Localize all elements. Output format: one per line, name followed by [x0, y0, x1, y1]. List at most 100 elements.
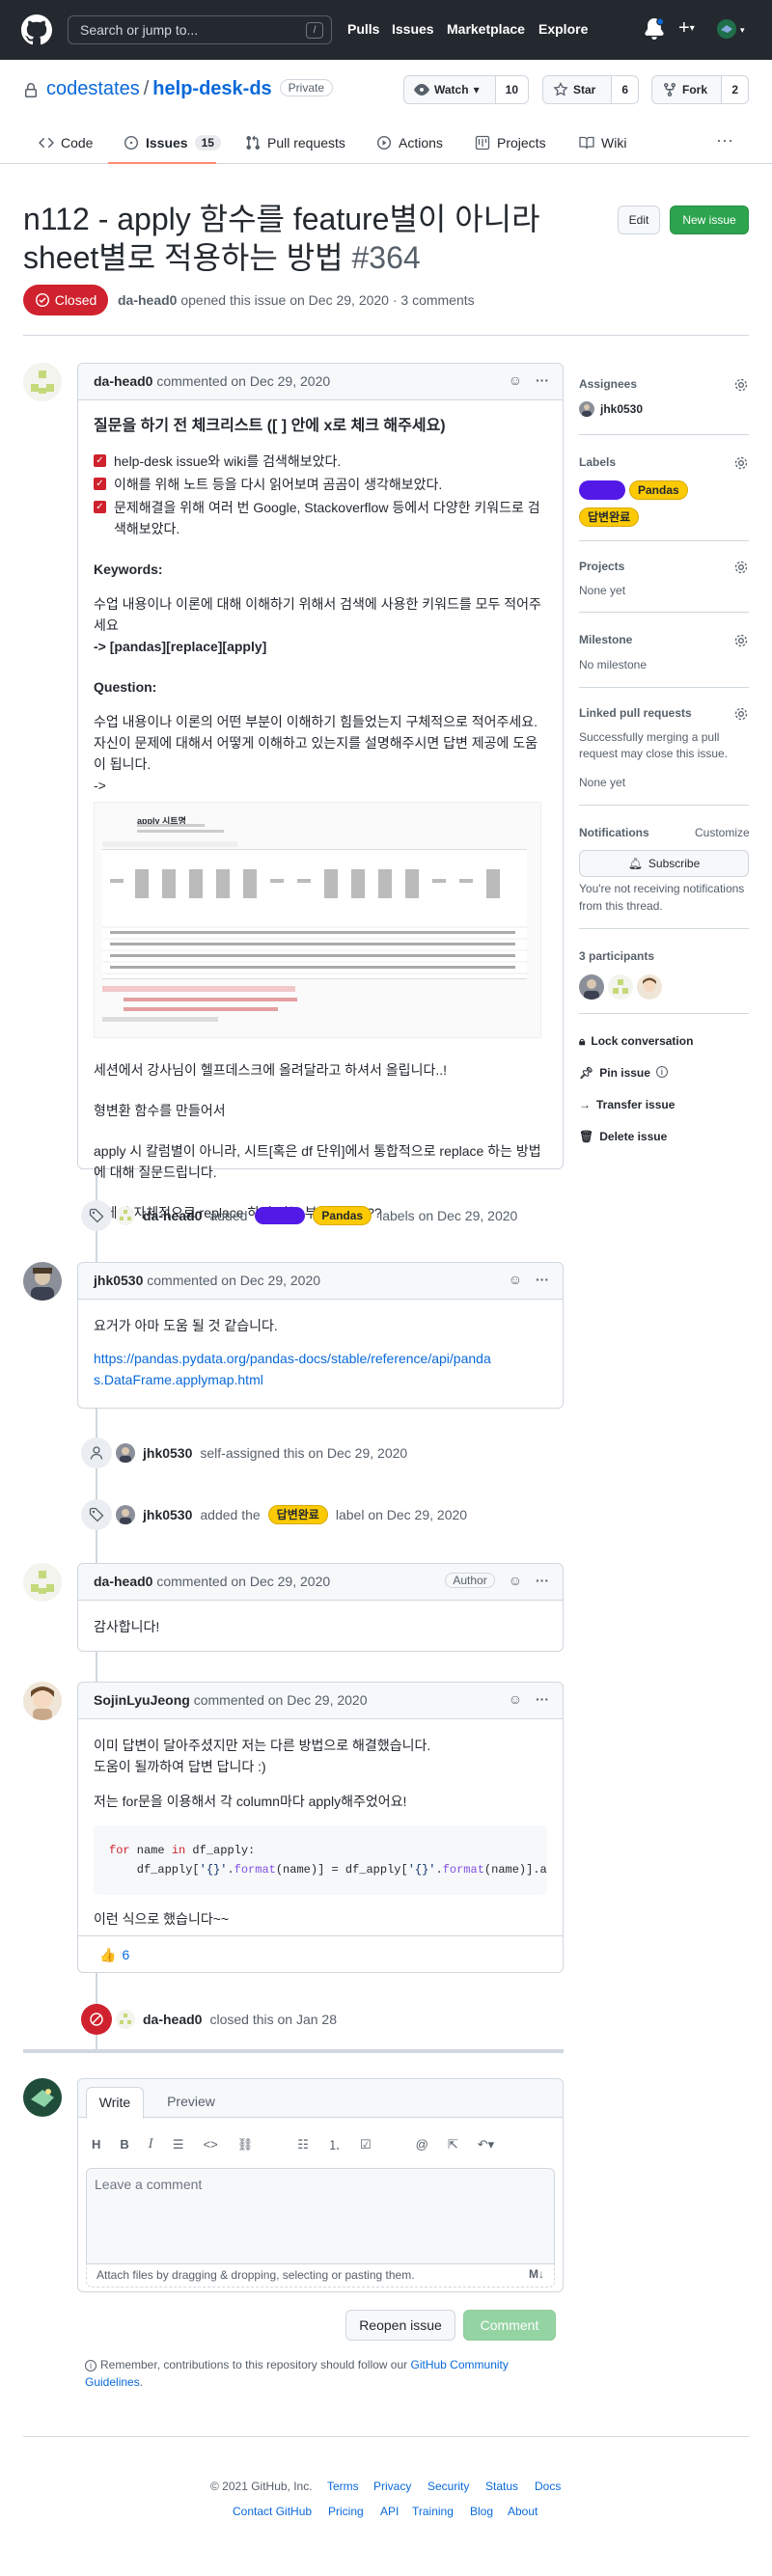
- footer-link-about[interactable]: About: [508, 2505, 538, 2518]
- comment-menu-icon[interactable]: ···: [536, 1573, 549, 1588]
- customize-link[interactable]: Customize: [695, 826, 750, 839]
- comment-author[interactable]: da-head0: [94, 1574, 152, 1589]
- linked-prs-heading[interactable]: Linked pull requests: [579, 706, 692, 720]
- add-reaction-icon[interactable]: ☺: [509, 1573, 522, 1588]
- add-reaction-icon[interactable]: ☺: [509, 1272, 522, 1287]
- numbered-list-icon[interactable]: ⒈: [328, 2135, 341, 2153]
- checkbox-checked[interactable]: ✓: [94, 454, 106, 467]
- watch-button[interactable]: Watch ▾ 10: [403, 75, 529, 104]
- footer-link-pricing[interactable]: Pricing: [328, 2505, 364, 2518]
- quote-icon[interactable]: ☰: [173, 2137, 184, 2152]
- star-button[interactable]: Star 6: [542, 75, 639, 104]
- comment-author[interactable]: SojinLyuJeong: [94, 1692, 190, 1708]
- code-icon[interactable]: <>: [204, 2137, 218, 2151]
- comment-menu-icon[interactable]: ···: [536, 1272, 549, 1287]
- footer-link-docs[interactable]: Docs: [535, 2480, 561, 2493]
- gear-icon[interactable]: [733, 377, 749, 393]
- add-reaction-icon[interactable]: ☺: [509, 372, 522, 388]
- pin-issue-link[interactable]: 📌︎ Pin issue i: [579, 1066, 668, 1080]
- checkbox-checked[interactable]: ✓: [94, 478, 106, 490]
- avatar[interactable]: [23, 1563, 62, 1602]
- nav-issues[interactable]: Issues: [392, 21, 434, 37]
- avatar[interactable]: [608, 974, 633, 1000]
- watch-count[interactable]: 10: [494, 76, 528, 103]
- subscribe-button[interactable]: 🔔︎ Subscribe: [579, 850, 749, 877]
- comment-author[interactable]: da-head0: [94, 373, 152, 389]
- star-count[interactable]: 6: [611, 76, 638, 103]
- thumbs-up-reaction[interactable]: 👍 6: [94, 1943, 135, 1966]
- heading-icon[interactable]: H: [92, 2137, 100, 2151]
- bulleted-list-icon[interactable]: ☷: [297, 2137, 309, 2152]
- cross-reference-icon[interactable]: ⇱: [448, 2137, 458, 2152]
- edit-title-button[interactable]: Edit: [618, 206, 660, 234]
- add-reaction-icon[interactable]: ☺: [509, 1691, 522, 1707]
- tab-wiki[interactable]: Wiki: [579, 135, 626, 151]
- event-actor[interactable]: jhk0530: [143, 1445, 192, 1461]
- nav-explore[interactable]: Explore: [538, 21, 588, 37]
- gear-icon[interactable]: [733, 706, 749, 722]
- assignees-heading[interactable]: Assignees: [579, 377, 637, 391]
- link-icon[interactable]: ⛓: [237, 2137, 254, 2152]
- comment-menu-icon[interactable]: ···: [536, 1691, 549, 1707]
- footer-link-security[interactable]: Security: [427, 2480, 469, 2493]
- event-actor[interactable]: jhk0530: [143, 1507, 192, 1522]
- avatar[interactable]: [23, 1262, 62, 1301]
- bold-icon[interactable]: B: [120, 2137, 128, 2151]
- gear-icon[interactable]: [733, 455, 749, 471]
- label-pandas[interactable]: Pandas: [629, 480, 688, 500]
- footer-link-contact[interactable]: Contact GitHub: [233, 2505, 312, 2518]
- attach-files-bar[interactable]: Attach files by dragging & dropping, sel…: [86, 2264, 555, 2288]
- checkbox-checked[interactable]: ✓: [94, 501, 106, 513]
- avatar[interactable]: [116, 1505, 135, 1524]
- avatar[interactable]: [579, 974, 604, 1000]
- delete-issue-link[interactable]: 🗑︎ Delete issue: [579, 1130, 667, 1143]
- mention-icon[interactable]: @: [416, 2137, 428, 2151]
- avatar[interactable]: [116, 1206, 135, 1225]
- projects-heading[interactable]: Projects: [579, 560, 624, 573]
- comment-textarea[interactable]: Leave a comment: [86, 2168, 555, 2264]
- nav-marketplace[interactable]: Marketplace: [447, 21, 525, 37]
- fork-count[interactable]: 2: [721, 76, 748, 103]
- avatar[interactable]: [23, 363, 62, 401]
- comment-button[interactable]: Comment: [463, 2310, 556, 2341]
- tab-projects[interactable]: Projects: [475, 135, 546, 151]
- tab-actions[interactable]: Actions: [376, 135, 443, 151]
- tab-pull-requests[interactable]: Pull requests: [245, 135, 345, 151]
- nav-pulls[interactable]: Pulls: [347, 21, 379, 37]
- applymap-doc-link[interactable]: https://pandas.pydata.org/pandas-docs/st…: [94, 1348, 499, 1390]
- avatar[interactable]: [116, 2010, 135, 2029]
- embedded-screenshot[interactable]: apply 시트명: [94, 802, 541, 1038]
- footer-link-terms[interactable]: Terms: [327, 2480, 359, 2493]
- tab-write[interactable]: Write: [86, 2087, 144, 2119]
- label-done[interactable]: 답변완료: [267, 1505, 328, 1524]
- label-usage[interactable]: Usage: [255, 1207, 306, 1224]
- gear-icon[interactable]: [733, 560, 749, 575]
- task-list-icon[interactable]: ☑: [360, 2137, 372, 2152]
- tab-issues[interactable]: Issues 15: [124, 135, 221, 151]
- assignee-item[interactable]: jhk0530: [579, 401, 643, 417]
- gear-icon[interactable]: [733, 633, 749, 648]
- repo-name-link[interactable]: help-desk-ds: [152, 78, 271, 99]
- label-done[interactable]: 답변완료: [579, 507, 640, 527]
- reopen-issue-button[interactable]: Reopen issue: [345, 2310, 455, 2341]
- avatar[interactable]: [637, 974, 662, 1000]
- fork-button[interactable]: Fork 2: [651, 75, 749, 104]
- notification-bell-icon[interactable]: [644, 18, 665, 40]
- footer-link-status[interactable]: Status: [485, 2480, 518, 2493]
- saved-reply-icon[interactable]: ↶▾: [478, 2137, 494, 2152]
- label-pandas[interactable]: Pandas: [313, 1206, 372, 1225]
- tab-preview[interactable]: Preview: [157, 2087, 225, 2116]
- footer-link-training[interactable]: Training: [412, 2505, 454, 2518]
- avatar[interactable]: [23, 1682, 62, 1720]
- repo-owner-link[interactable]: codestates: [46, 78, 140, 99]
- event-actor[interactable]: da-head0: [143, 1208, 202, 1223]
- global-search-input[interactable]: Search or jump to... /: [68, 15, 332, 44]
- create-new-dropdown[interactable]: +▾: [678, 18, 707, 40]
- footer-link-privacy[interactable]: Privacy: [373, 2480, 411, 2493]
- avatar[interactable]: [116, 1443, 135, 1463]
- avatar[interactable]: [23, 2078, 62, 2117]
- user-avatar-menu[interactable]: ▾: [716, 16, 751, 41]
- label-usage[interactable]: Usage: [579, 480, 625, 500]
- milestone-heading[interactable]: Milestone: [579, 633, 632, 646]
- more-tabs-menu[interactable]: ···: [716, 130, 733, 151]
